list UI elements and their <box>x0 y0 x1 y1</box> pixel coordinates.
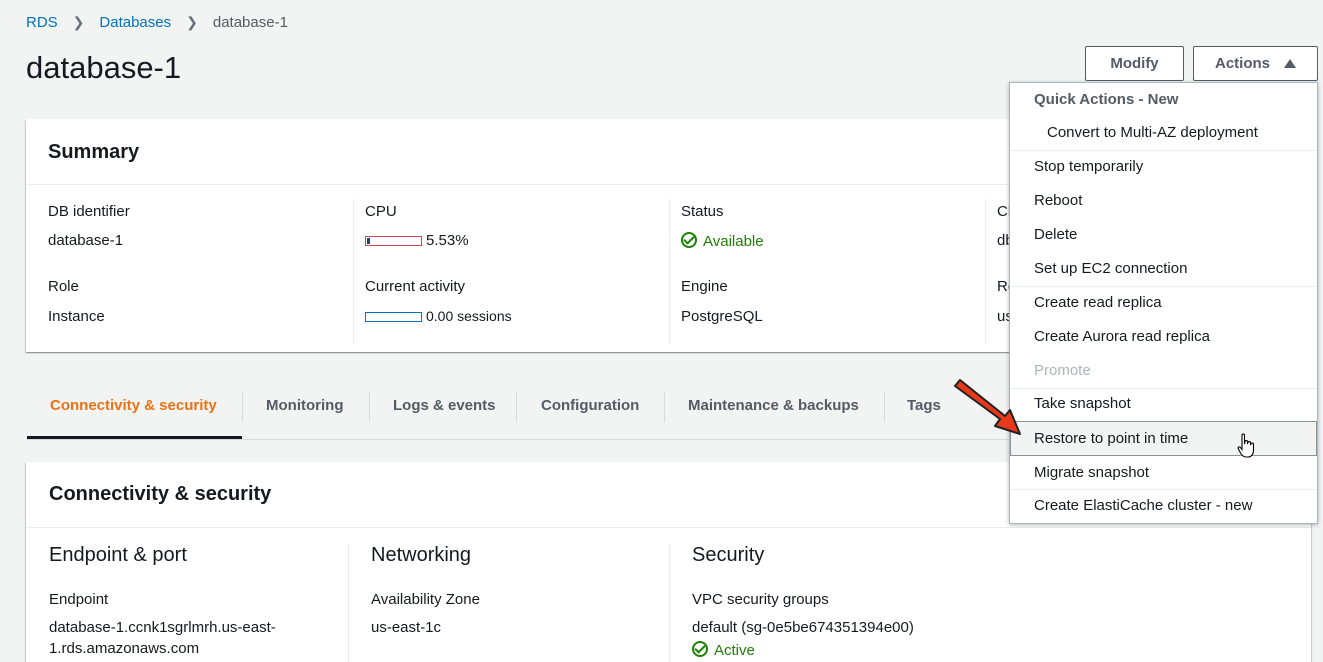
tab-logs-events[interactable]: Logs & events <box>393 384 496 428</box>
menu-item-convert-multi-az[interactable]: Convert to Multi-AZ deployment <box>1010 116 1317 149</box>
breadcrumb: RDS ❯ Databases ❯ database-1 <box>26 14 288 31</box>
red-arrow-icon <box>954 379 1021 435</box>
tab-monitoring[interactable]: Monitoring <box>266 384 343 428</box>
tab-divider <box>369 392 370 422</box>
summary-column-identifier: DB identifier database-1 Role Instance <box>48 199 348 344</box>
summary-column-status: Status Available Engine PostgreSQL <box>669 199 985 344</box>
menu-item-create-elasticache-cluster[interactable]: Create ElastiCache cluster - new <box>1010 489 1317 522</box>
menu-item-promote: Promote <box>1034 362 1091 379</box>
modify-button[interactable]: Modify <box>1085 46 1184 81</box>
engine-value: PostgreSQL <box>681 308 763 325</box>
check-circle-icon <box>681 232 697 248</box>
cpu-usage-fill <box>367 238 370 244</box>
cpu-value: 5.53% <box>426 232 469 249</box>
actions-button[interactable]: Actions <box>1193 46 1318 81</box>
hand-cursor-icon <box>1237 433 1255 458</box>
current-activity-link[interactable]: 0.00 sessions <box>426 308 512 324</box>
actions-button-label: Actions <box>1214 55 1270 72</box>
menu-item-migrate-snapshot[interactable]: Migrate snapshot <box>1010 456 1317 489</box>
menu-item-create-read-replica[interactable]: Create read replica <box>1010 286 1317 319</box>
menu-item-reboot[interactable]: Reboot <box>1010 184 1317 217</box>
menu-item-take-snapshot[interactable]: Take snapshot <box>1010 387 1317 420</box>
tab-divider <box>884 392 885 422</box>
vpc-security-group-link[interactable]: default (sg-0e5be674351394e00) <box>692 619 914 636</box>
tab-connectivity-security[interactable]: Connectivity & security <box>50 384 217 428</box>
chevron-right-icon: ❯ <box>186 14 198 30</box>
summary-column-cpu: CPU 5.53% Current activity 0.00 sessions <box>353 199 669 344</box>
detail-tabs: Connectivity & security Monitoring Logs … <box>26 384 1026 440</box>
endpoint-label: Endpoint <box>49 591 109 608</box>
breadcrumb-rds-link[interactable]: RDS <box>26 14 58 31</box>
current-activity-label: Current activity <box>365 278 466 295</box>
breadcrumb-current: database-1 <box>212 14 288 31</box>
security-group-status: Active <box>692 641 755 659</box>
role-label: Role <box>48 278 79 295</box>
page-title: database-1 <box>26 50 182 85</box>
role-value: Instance <box>48 308 105 325</box>
tab-tags[interactable]: Tags <box>907 384 941 428</box>
tab-divider <box>664 392 665 422</box>
networking-title: Networking <box>371 544 472 566</box>
menu-item-delete[interactable]: Delete <box>1010 218 1317 251</box>
summary-card: Summary DB identifier database-1 Role In… <box>26 119 1026 352</box>
endpoint-value-line1: database-1.ccnk1sgrlmrh.us-east- <box>49 619 276 636</box>
security-title: Security <box>692 544 765 566</box>
column-divider <box>669 544 670 662</box>
summary-title: Summary <box>26 119 1026 185</box>
check-circle-icon <box>692 641 708 657</box>
status-label: Status <box>681 203 724 220</box>
availability-zone-value: us-east-1c <box>371 619 442 636</box>
actions-dropdown-menu: Quick Actions - New Convert to Multi-AZ … <box>1009 82 1318 524</box>
tab-divider <box>242 392 243 422</box>
db-identifier-label: DB identifier <box>48 203 130 220</box>
breadcrumb-databases-link[interactable]: Databases <box>99 14 171 31</box>
active-tab-indicator <box>27 436 242 439</box>
menu-header-quick-actions: Quick Actions - New <box>1034 91 1179 108</box>
endpoint-port-title: Endpoint & port <box>49 544 187 566</box>
menu-item-restore-point-in-time[interactable]: Restore to point in time <box>1010 421 1317 456</box>
engine-label: Engine <box>681 278 728 295</box>
column-divider <box>348 544 349 662</box>
endpoint-value-line2: 1.rds.amazonaws.com <box>49 640 200 657</box>
menu-item-create-aurora-read-replica[interactable]: Create Aurora read replica <box>1010 320 1317 353</box>
cpu-label: CPU <box>365 203 397 220</box>
tab-maintenance-backups[interactable]: Maintenance & backups <box>688 384 859 428</box>
menu-item-setup-ec2-connection[interactable]: Set up EC2 connection <box>1010 252 1317 285</box>
availability-zone-label: Availability Zone <box>371 591 480 608</box>
status-value: Available <box>703 233 764 250</box>
vpc-security-groups-label: VPC security groups <box>692 591 829 608</box>
activity-bar <box>365 312 422 322</box>
tab-configuration[interactable]: Configuration <box>541 384 639 428</box>
tab-divider <box>516 392 517 422</box>
menu-item-stop-temporarily[interactable]: Stop temporarily <box>1010 150 1317 183</box>
caret-up-icon <box>1284 59 1296 68</box>
cpu-usage-bar <box>365 236 422 246</box>
db-identifier-value: database-1 <box>48 232 124 249</box>
chevron-right-icon: ❯ <box>72 14 85 30</box>
status-badge: Available <box>681 232 764 250</box>
security-group-status-value: Active <box>714 642 755 659</box>
